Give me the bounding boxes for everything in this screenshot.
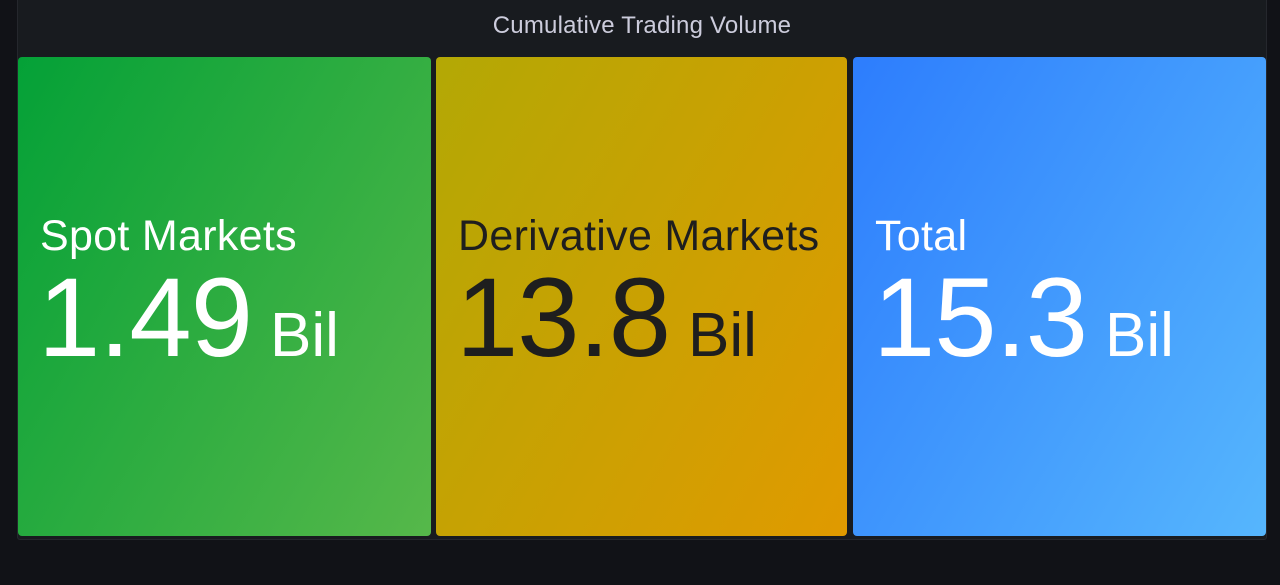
stat-unit: Bil [1104,301,1174,370]
stat-label: Total [875,212,968,260]
stat-value: 15.3 Bil [873,262,1174,374]
stat-label: Derivative Markets [458,212,820,260]
stat-number: 15.3 [873,255,1088,380]
panel-title[interactable]: Cumulative Trading Volume [18,12,1266,40]
stat-value: 1.49 Bil [38,262,339,374]
stat-card-spot-markets: Spot Markets 1.49 Bil [18,57,431,536]
stat-value: 13.8 Bil [456,262,757,374]
stat-number: 13.8 [456,255,671,380]
stat-card-derivative-markets: Derivative Markets 13.8 Bil [436,57,847,536]
stat-number: 1.49 [38,255,253,380]
stat-unit: Bil [269,301,339,370]
stat-label: Spot Markets [40,212,297,260]
stat-unit: Bil [687,301,757,370]
stat-card-total: Total 15.3 Bil [853,57,1266,536]
